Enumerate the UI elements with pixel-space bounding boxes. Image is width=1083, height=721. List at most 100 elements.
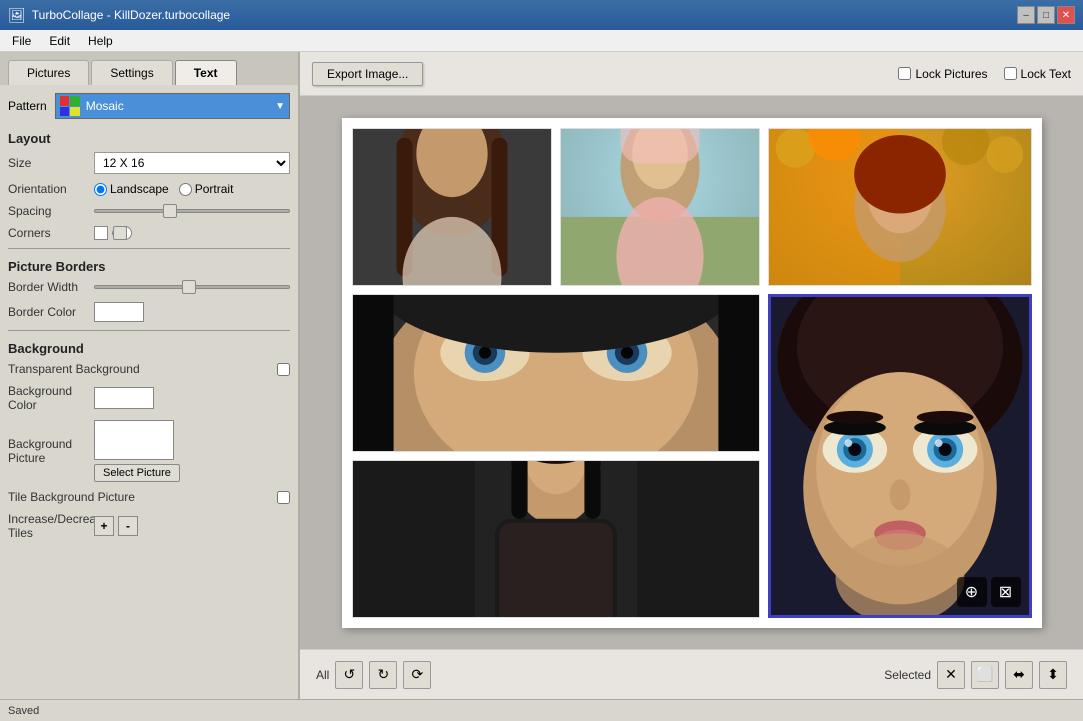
refresh-button[interactable]: ⟳ [403,661,431,689]
background-header: Background [8,341,290,356]
tab-bar: Pictures Settings Text [0,52,298,85]
main: Pictures Settings Text Pattern Mosaic ▼ [0,52,1083,699]
bg-picture-controls: Select Picture [94,420,180,482]
bg-color-swatch[interactable] [94,387,154,409]
border-width-track [94,285,290,289]
transparent-bg-label: Transparent Background [8,362,271,376]
tile-bg-label: Tile Background Picture [8,490,271,504]
tile-bg-row: Tile Background Picture [8,490,290,504]
selected-section: Selected ✕ ⬜ ⬌ ⬍ [884,661,1067,689]
corners-slider[interactable] [112,231,114,235]
bg-picture-label: Background Picture [8,437,88,465]
border-width-thumb[interactable] [182,280,196,294]
rotate-cw-button[interactable]: ↻ [369,661,397,689]
transparent-bg-row: Transparent Background [8,362,290,376]
spacing-thumb[interactable] [163,204,177,218]
menu-edit[interactable]: Edit [41,32,78,50]
portrait-radio[interactable] [179,183,192,196]
title-bar: 🖼 TurboCollage - KillDozer.turbocollage … [0,0,1083,30]
lock-pictures-checkbox[interactable] [898,67,911,80]
photo-cell-5[interactable]: ⊕ ⊠ [768,294,1032,618]
photo-cell-1[interactable] [352,128,552,286]
landscape-label: Landscape [110,182,169,196]
photo-cell-6[interactable] [352,460,760,618]
minimize-button[interactable]: – [1017,6,1035,24]
pattern-row: Pattern Mosaic ▼ [8,93,290,119]
orientation-group: Landscape Portrait [94,182,233,196]
pattern-label: Pattern [8,99,47,113]
lock-text-checkbox[interactable] [1004,67,1017,80]
border-color-row: Border Color [8,302,290,322]
all-label: All [316,668,329,682]
border-width-row: Border Width [8,280,290,294]
corners-track [112,231,114,235]
orientation-label: Orientation [8,182,88,196]
tile-bg-checkbox[interactable] [277,491,290,504]
border-width-slider[interactable] [94,285,290,289]
orientation-row: Orientation Landscape Portrait [8,182,290,196]
decrease-button[interactable]: - [118,516,138,536]
window-title: TurboCollage - KillDozer.turbocollage [32,8,230,22]
photo-cell-3[interactable] [768,128,1032,286]
fit-button[interactable]: ⬜ [971,661,999,689]
pattern-dropdown-arrow: ▼ [275,101,285,112]
status-bar: Saved [0,699,1083,721]
tab-settings[interactable]: Settings [91,60,172,85]
spacing-label: Spacing [8,204,88,218]
photo-svg-5 [771,297,1029,615]
all-section: All ↺ ↻ ⟳ [316,661,431,689]
title-bar-controls: – □ ✕ [1017,6,1075,24]
spacing-track [94,209,290,213]
canvas-area: ⊕ ⊠ [300,96,1083,649]
stretch-v-button[interactable]: ⬍ [1039,661,1067,689]
corners-label: Corners [8,226,88,240]
border-width-label: Border Width [8,280,88,294]
border-color-swatch[interactable] [94,302,144,322]
lock-pictures-group: Lock Pictures [898,67,987,81]
pattern-value: Mosaic [86,99,269,113]
photo-cell-2[interactable] [560,128,760,286]
bg-color-row: Background Color [8,384,290,412]
lock-text-group: Lock Text [1004,67,1071,81]
corners-thumb[interactable] [113,226,127,240]
landscape-radio[interactable] [94,183,107,196]
lock-text-label: Lock Text [1021,67,1071,81]
tab-text[interactable]: Text [175,60,237,85]
border-color-label: Border Color [8,305,88,319]
tab-pictures[interactable]: Pictures [8,60,89,85]
mosaic-cell-yellow [70,107,80,117]
transparent-bg-checkbox[interactable] [277,363,290,376]
remove-icon[interactable]: ⊠ [991,577,1021,607]
mosaic-cell-blue [60,107,70,117]
app-icon: 🖼 [8,7,26,24]
corners-checkbox[interactable] [94,226,108,240]
increase-button[interactable]: + [94,516,114,536]
photo-svg-4 [353,295,759,451]
photo-svg-3 [769,129,1031,285]
collage: ⊕ ⊠ [342,118,1042,628]
rotate-ccw-button[interactable]: ↺ [335,661,363,689]
inc-dec-row: Increase/Decrease Tiles + - [8,512,290,540]
size-select[interactable]: 12 X 16 [94,152,290,174]
close-button[interactable]: ✕ [1057,6,1075,24]
remove-selected-button[interactable]: ✕ [937,661,965,689]
right-panel: Export Image... Lock Pictures Lock Text [300,52,1083,699]
photo-cell-4[interactable] [352,294,760,452]
size-row: Size 12 X 16 [8,152,290,174]
select-picture-button[interactable]: Select Picture [94,464,180,482]
pattern-select[interactable]: Mosaic ▼ [55,93,290,119]
restore-button[interactable]: □ [1037,6,1055,24]
portrait-option[interactable]: Portrait [179,182,234,196]
zoom-in-icon[interactable]: ⊕ [957,577,987,607]
landscape-option[interactable]: Landscape [94,182,169,196]
stretch-h-button[interactable]: ⬌ [1005,661,1033,689]
title-bar-left: 🖼 TurboCollage - KillDozer.turbocollage [8,7,230,24]
spacing-slider[interactable] [94,209,290,213]
inc-dec-label: Increase/Decrease Tiles [8,512,88,540]
menu-file[interactable]: File [4,32,39,50]
status-text: Saved [8,705,39,717]
export-button[interactable]: Export Image... [312,62,423,86]
menu-help[interactable]: Help [80,32,121,50]
mosaic-icon [60,96,80,116]
layout-header: Layout [8,131,290,146]
